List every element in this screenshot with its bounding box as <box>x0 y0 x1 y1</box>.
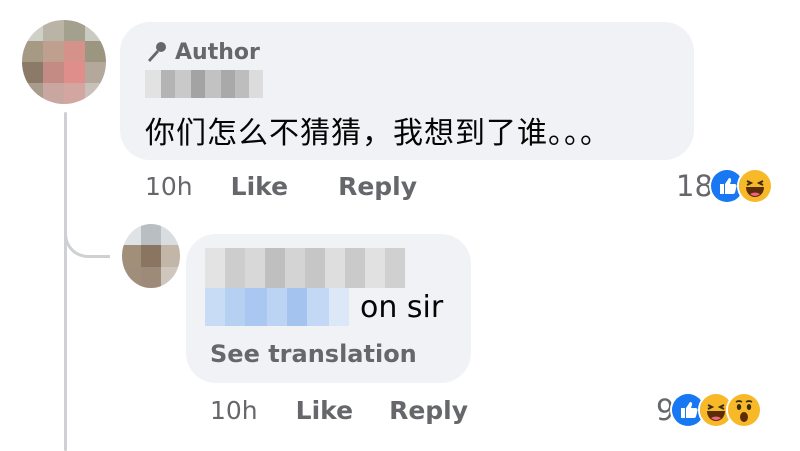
reply-button[interactable]: Reply <box>338 172 417 201</box>
reply-timestamp[interactable]: 10h <box>210 396 258 425</box>
microphone-icon <box>145 40 169 64</box>
thread-connector-curve <box>64 200 110 258</box>
wow-reaction-icon <box>726 392 763 428</box>
reply-like-button[interactable]: Like <box>296 396 353 425</box>
comment-text: 你们怎么不猜猜，我想到了谁。。。 <box>145 116 611 151</box>
replier-avatar[interactable] <box>122 224 180 288</box>
author-badge-label: Author <box>175 39 260 65</box>
comment-reactions[interactable]: 18 <box>676 168 773 204</box>
reply-text-redacted <box>205 288 349 326</box>
haha-reaction-icon <box>736 168 773 204</box>
commenter-avatar[interactable] <box>22 20 106 104</box>
reply-reactions[interactable]: 9 <box>656 392 763 428</box>
comment-actions: 10h Like Reply <box>145 172 417 201</box>
reaction-count: 18 <box>676 169 713 203</box>
author-badge: Author <box>145 38 260 66</box>
see-translation-link[interactable]: See translation <box>210 340 417 368</box>
reply-reply-button[interactable]: Reply <box>389 396 468 425</box>
like-button[interactable]: Like <box>231 172 288 201</box>
commenter-name-redacted[interactable] <box>145 70 263 98</box>
thread-connector-line <box>64 112 67 451</box>
replier-name-redacted[interactable] <box>205 248 405 288</box>
reply-actions: 10h Like Reply <box>210 396 468 425</box>
comment-timestamp[interactable]: 10h <box>145 172 193 201</box>
reply-text: on sir <box>360 290 444 325</box>
